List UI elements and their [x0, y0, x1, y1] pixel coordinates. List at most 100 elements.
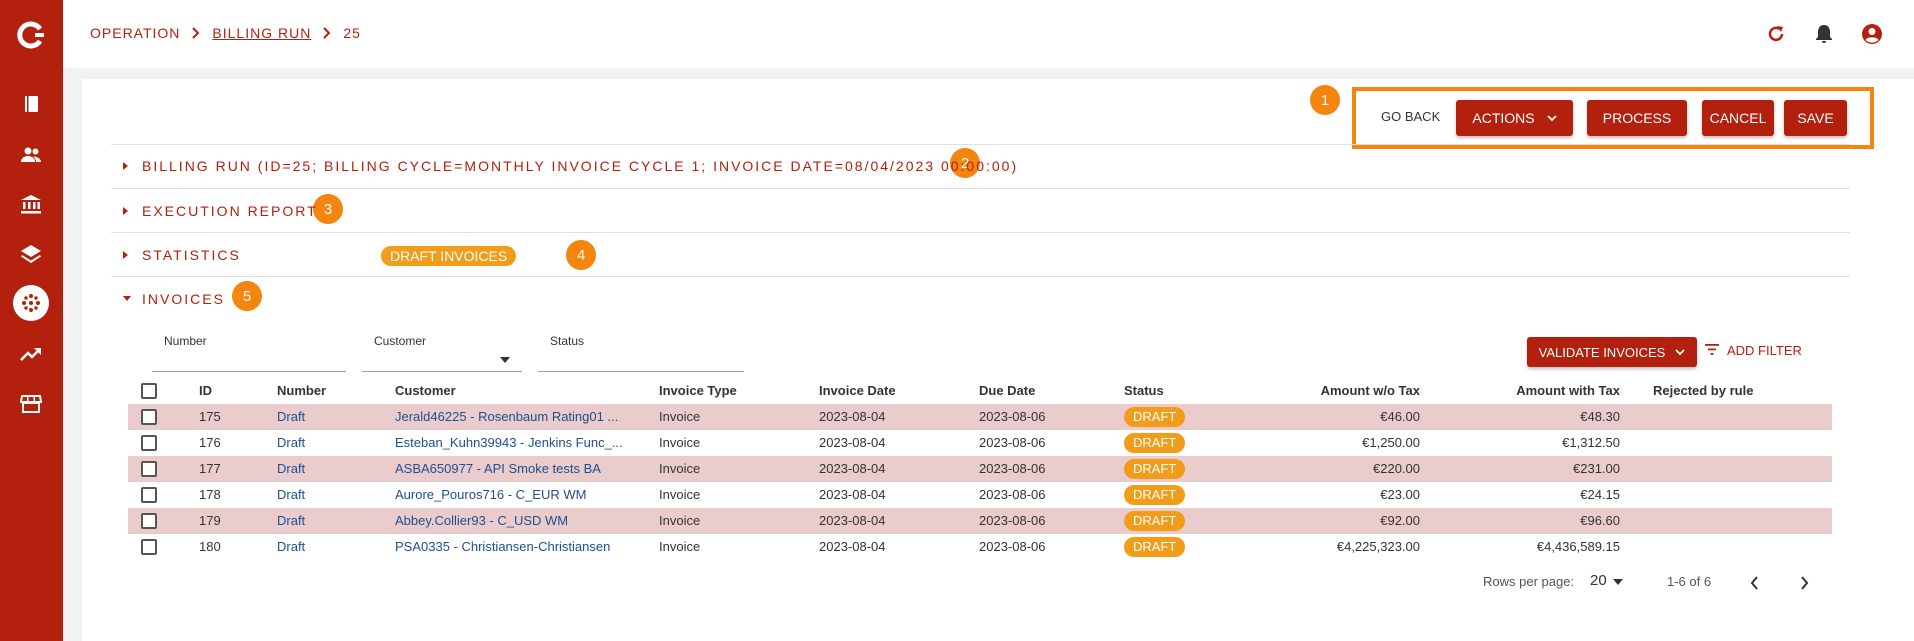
breadcrumb-operation[interactable]: OPERATION: [90, 25, 180, 41]
cell-invoice-date: 2023-08-04: [819, 513, 886, 528]
table-row[interactable]: 177 Draft ASBA650977 - API Smoke tests B…: [128, 456, 1832, 482]
row-checkbox[interactable]: [141, 461, 157, 477]
select-all-checkbox[interactable]: [141, 383, 157, 399]
table-row[interactable]: 179 Draft Abbey.Collier93 - C_USD WM Inv…: [128, 508, 1832, 534]
section-billing-run[interactable]: BILLING RUN (ID=25; BILLING CYCLE=MONTHL…: [122, 158, 1018, 174]
caret-right-icon: [122, 206, 142, 216]
cell-customer[interactable]: ASBA650977 - API Smoke tests BA: [395, 456, 625, 482]
header-rejected-by-rule[interactable]: Rejected by rule: [1653, 378, 1753, 404]
actions-button[interactable]: ACTIONS: [1456, 100, 1573, 136]
cell-number[interactable]: Draft: [277, 430, 305, 456]
add-filter-button[interactable]: ADD FILTER: [1705, 343, 1802, 358]
cell-amount-with-tax: €1,312.50: [1562, 435, 1620, 450]
store-icon[interactable]: [16, 389, 46, 419]
divider: [111, 232, 1850, 233]
sidebar: [0, 0, 63, 641]
row-checkbox[interactable]: [141, 513, 157, 529]
table-row[interactable]: 180 Draft PSA0335 - Christiansen-Christi…: [128, 534, 1832, 560]
header-number[interactable]: Number: [277, 378, 326, 404]
header-id[interactable]: ID: [199, 378, 212, 404]
bank-icon[interactable]: [16, 189, 46, 219]
table-header-row: ID Number Customer Invoice Type Invoice …: [128, 378, 1832, 404]
cell-amount-with-tax: €24.15: [1580, 487, 1620, 502]
header-invoice-date[interactable]: Invoice Date: [819, 378, 896, 404]
section-invoices[interactable]: INVOICES: [122, 291, 225, 307]
cell-number[interactable]: Draft: [277, 534, 305, 560]
go-back-button[interactable]: GO BACK: [1381, 109, 1440, 124]
cell-customer[interactable]: Abbey.Collier93 - C_USD WM: [395, 508, 625, 534]
cell-invoice-date: 2023-08-04: [819, 487, 886, 502]
validate-invoices-button[interactable]: VALIDATE INVOICES: [1527, 337, 1697, 367]
caret-right-icon: [122, 161, 142, 171]
cell-customer[interactable]: Jerald46225 - Rosenbaum Rating01 ...: [395, 404, 625, 430]
dots-circle-icon[interactable]: [13, 285, 49, 321]
cell-invoice-type: Invoice: [659, 487, 701, 502]
account-icon[interactable]: [1860, 22, 1884, 46]
cell-id: 175: [199, 409, 221, 424]
cell-number[interactable]: Draft: [277, 456, 305, 482]
cell-customer[interactable]: Aurore_Pouros716 - C_EUR WM: [395, 482, 625, 508]
cell-amount-wo-tax: €46.00: [1380, 409, 1420, 424]
row-checkbox[interactable]: [141, 409, 157, 425]
section-execution-report[interactable]: EXECUTION REPORT: [122, 203, 318, 219]
table-row[interactable]: 178 Draft Aurore_Pouros716 - C_EUR WM In…: [128, 482, 1832, 508]
cancel-button[interactable]: CANCEL: [1702, 100, 1774, 136]
cell-invoice-date: 2023-08-04: [819, 461, 886, 476]
number-filter-label: Number: [164, 334, 207, 348]
cell-number[interactable]: Draft: [277, 482, 305, 508]
cell-invoice-type: Invoice: [659, 409, 701, 424]
trending-up-icon[interactable]: [16, 339, 46, 369]
breadcrumb-current: 25: [343, 25, 361, 41]
header-amount-with-tax[interactable]: Amount with Tax: [1458, 378, 1620, 404]
layers-icon[interactable]: [16, 239, 46, 269]
cell-id: 178: [199, 487, 221, 502]
section-billing-run-label: BILLING RUN (ID=25; BILLING CYCLE=MONTHL…: [142, 158, 1019, 174]
previous-page-icon[interactable]: [1750, 576, 1759, 595]
table-row[interactable]: 175 Draft Jerald46225 - Rosenbaum Rating…: [128, 404, 1832, 430]
header-customer[interactable]: Customer: [395, 378, 456, 404]
badge-5: 5: [232, 281, 262, 311]
number-filter[interactable]: Number: [152, 334, 346, 372]
cell-amount-wo-tax: €4,225,323.00: [1336, 539, 1420, 554]
book-icon[interactable]: [16, 89, 46, 119]
cell-due-date: 2023-08-06: [979, 487, 1046, 502]
draft-invoices-chip[interactable]: DRAFT INVOICES: [381, 246, 517, 266]
cell-amount-wo-tax: €1,250.00: [1362, 435, 1420, 450]
header-due-date[interactable]: Due Date: [979, 378, 1035, 404]
rows-per-page-select[interactable]: 20: [1590, 572, 1623, 589]
save-button[interactable]: SAVE: [1784, 100, 1847, 136]
process-button[interactable]: PROCESS: [1587, 100, 1687, 136]
logo-icon[interactable]: [16, 20, 46, 50]
cell-invoice-type: Invoice: [659, 539, 701, 554]
header-amount-wo-tax[interactable]: Amount w/o Tax: [1258, 378, 1420, 404]
customer-filter[interactable]: Customer: [362, 334, 522, 372]
cell-invoice-date: 2023-08-04: [819, 539, 886, 554]
row-checkbox[interactable]: [141, 487, 157, 503]
header-invoice-type[interactable]: Invoice Type: [659, 378, 737, 404]
cell-number[interactable]: Draft: [277, 508, 305, 534]
section-statistics[interactable]: STATISTICS: [122, 247, 241, 263]
breadcrumb-billing-run[interactable]: BILLING RUN: [212, 25, 311, 41]
status-badge: DRAFT: [1124, 537, 1186, 557]
filter-list-icon: [1705, 343, 1719, 358]
cell-customer[interactable]: Esteban_Kuhn39943 - Jenkins Func_...: [395, 430, 625, 456]
status-filter[interactable]: Status: [538, 334, 744, 372]
next-page-icon[interactable]: [1800, 576, 1809, 595]
row-checkbox[interactable]: [141, 435, 157, 451]
chevron-down-icon: [1675, 348, 1685, 356]
cell-amount-with-tax: €48.30: [1580, 409, 1620, 424]
pagination-range: 1-6 of 6: [1667, 574, 1712, 589]
cell-customer[interactable]: PSA0335 - Christiansen-Christiansen: [395, 534, 625, 560]
cell-id: 176: [199, 435, 221, 450]
people-icon[interactable]: [16, 140, 46, 170]
status-badge: DRAFT: [1124, 511, 1186, 531]
bell-icon[interactable]: [1812, 22, 1836, 46]
caret-right-icon: [122, 250, 142, 260]
cell-due-date: 2023-08-06: [979, 513, 1046, 528]
table-row[interactable]: 176 Draft Esteban_Kuhn39943 - Jenkins Fu…: [128, 430, 1832, 456]
cell-number[interactable]: Draft: [277, 404, 305, 430]
row-checkbox[interactable]: [141, 539, 157, 555]
refresh-icon[interactable]: [1764, 22, 1788, 46]
caret-down-icon: [122, 295, 142, 303]
header-status[interactable]: Status: [1124, 378, 1164, 404]
